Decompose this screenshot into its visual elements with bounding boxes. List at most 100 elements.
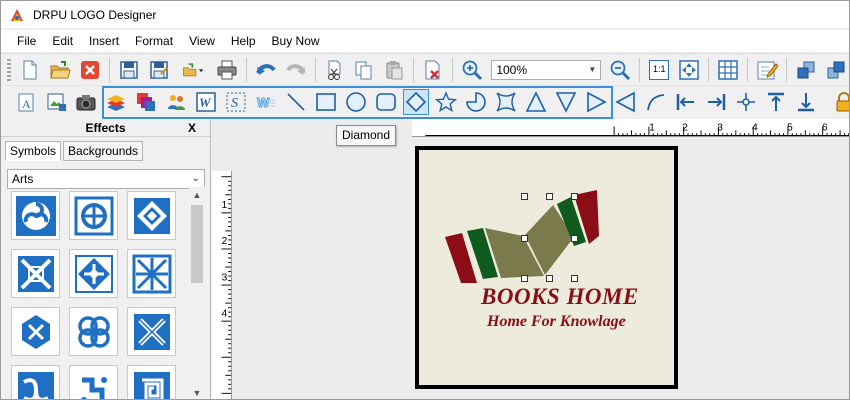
- menu-view[interactable]: View: [181, 30, 223, 52]
- align-top-button[interactable]: [763, 89, 789, 115]
- symbol-tile[interactable]: [127, 307, 176, 356]
- selection-handle[interactable]: [521, 275, 528, 282]
- zoom-select[interactable]: 100% ▼: [491, 59, 602, 80]
- selection-handle[interactable]: [521, 235, 528, 242]
- text-tool[interactable]: A: [13, 89, 39, 115]
- redo-button[interactable]: [283, 57, 309, 83]
- actual-size-icon: 1:1: [649, 59, 670, 80]
- triangle-left-tool[interactable]: [613, 89, 639, 115]
- symbol-tile[interactable]: [69, 365, 118, 399]
- cut-button[interactable]: [321, 57, 347, 83]
- symbol-tile[interactable]: [127, 365, 176, 399]
- bring-forward-icon: [797, 61, 815, 78]
- symbol-tile[interactable]: [11, 249, 60, 298]
- symbol-tile[interactable]: [127, 249, 176, 298]
- toolbar-separator: [245, 57, 247, 82]
- toolbar-separator: [452, 57, 454, 82]
- align-center-button[interactable]: [733, 89, 759, 115]
- open-book-graphic[interactable]: [419, 150, 674, 385]
- align-bottom-button[interactable]: [793, 89, 819, 115]
- save-as-icon: [149, 60, 168, 79]
- copy-button[interactable]: [351, 57, 377, 83]
- align-bottom-icon: [798, 92, 814, 111]
- print-button[interactable]: [214, 57, 240, 83]
- menu-format[interactable]: Format: [127, 30, 181, 52]
- toolbar-separator: [708, 57, 710, 82]
- selection-handle[interactable]: [546, 193, 553, 200]
- scroll-up-icon[interactable]: ▲: [189, 187, 205, 203]
- menu-help[interactable]: Help: [223, 30, 264, 52]
- undo-icon: [255, 63, 276, 75]
- symbol-tile[interactable]: [127, 191, 176, 240]
- close-document-button[interactable]: [77, 57, 103, 83]
- align-left-button[interactable]: [673, 89, 699, 115]
- export-icon: [182, 62, 203, 76]
- selection-handle[interactable]: [571, 193, 578, 200]
- paste-button[interactable]: [381, 57, 407, 83]
- new-document-icon: [23, 60, 37, 79]
- menu-edit[interactable]: Edit: [44, 30, 81, 52]
- curve-tool[interactable]: [643, 89, 669, 115]
- dropdown-arrow-icon: ▼: [588, 65, 597, 74]
- shape-tools-highlight: [102, 86, 613, 119]
- logo-canvas[interactable]: BOOKS HOME Home For Knowlage: [415, 146, 678, 389]
- canvas-area[interactable]: 1 2 3 4 5 6 7 1 2 3 4: [212, 119, 849, 399]
- align-center-icon: [737, 92, 755, 111]
- selection-handle[interactable]: [571, 275, 578, 282]
- symbol-tile[interactable]: [69, 307, 118, 356]
- scroll-down-icon[interactable]: ▼: [189, 385, 205, 399]
- effects-close-button[interactable]: X: [188, 119, 196, 137]
- toolbar-grip[interactable]: [7, 58, 11, 81]
- lock-button[interactable]: [831, 89, 849, 115]
- send-backward-button[interactable]: [823, 57, 849, 83]
- zoom-out-icon: [610, 60, 631, 80]
- grid-button[interactable]: [715, 57, 741, 83]
- copy-icon: [355, 61, 372, 79]
- bring-forward-button[interactable]: [793, 57, 819, 83]
- toolbar-separator: [314, 57, 316, 82]
- tab-symbols[interactable]: Symbols: [5, 141, 62, 161]
- symbols-scrollbar[interactable]: ▲ ▼: [189, 187, 205, 399]
- category-select[interactable]: Arts ⌄: [7, 169, 205, 189]
- export-button[interactable]: [176, 57, 210, 83]
- fit-page-button[interactable]: [676, 57, 702, 83]
- selection-handle[interactable]: [546, 275, 553, 282]
- align-right-icon: [708, 93, 726, 110]
- undo-button[interactable]: [253, 57, 279, 83]
- zoom-out-button[interactable]: [607, 57, 633, 83]
- tab-backgrounds[interactable]: Backgrounds: [63, 141, 144, 161]
- zoom-in-button[interactable]: [459, 57, 485, 83]
- symbols-grid: [11, 191, 187, 399]
- curve-icon: [647, 93, 665, 110]
- align-right-button[interactable]: [703, 89, 729, 115]
- effects-header: Effects X: [1, 119, 210, 137]
- interlace-symbol-icon: [132, 254, 171, 293]
- save-as-button[interactable]: [146, 57, 172, 83]
- scroll-thumb[interactable]: [191, 205, 203, 283]
- logo-title-text[interactable]: BOOKS HOME: [481, 284, 639, 310]
- image-tool[interactable]: [43, 89, 69, 115]
- symbol-tile[interactable]: [11, 307, 60, 356]
- symbol-tile[interactable]: [69, 249, 118, 298]
- open-button[interactable]: [47, 57, 73, 83]
- ruler-label: 2: [682, 122, 688, 133]
- properties-button[interactable]: [754, 57, 780, 83]
- delete-page-icon: [425, 60, 440, 79]
- selection-handle[interactable]: [571, 235, 578, 242]
- delete-button[interactable]: [420, 57, 446, 83]
- menu-buy-now[interactable]: Buy Now: [264, 30, 328, 52]
- menu-insert[interactable]: Insert: [81, 30, 127, 52]
- actual-size-button[interactable]: 1:1: [646, 57, 672, 83]
- symbol-tile[interactable]: [11, 365, 60, 399]
- symbol-tile[interactable]: [69, 191, 118, 240]
- open-folder-icon: [50, 60, 71, 78]
- menu-file[interactable]: File: [9, 30, 44, 52]
- selection-handle[interactable]: [521, 193, 528, 200]
- new-button[interactable]: [17, 57, 43, 83]
- save-button[interactable]: [116, 57, 142, 83]
- symbol-tile[interactable]: [11, 191, 60, 240]
- logo-subtitle-text[interactable]: Home For Knowlage: [487, 313, 626, 331]
- grid-icon: [718, 59, 738, 80]
- main-toolbar: 100% ▼ 1:1: [1, 53, 849, 85]
- camera-tool[interactable]: [73, 89, 99, 115]
